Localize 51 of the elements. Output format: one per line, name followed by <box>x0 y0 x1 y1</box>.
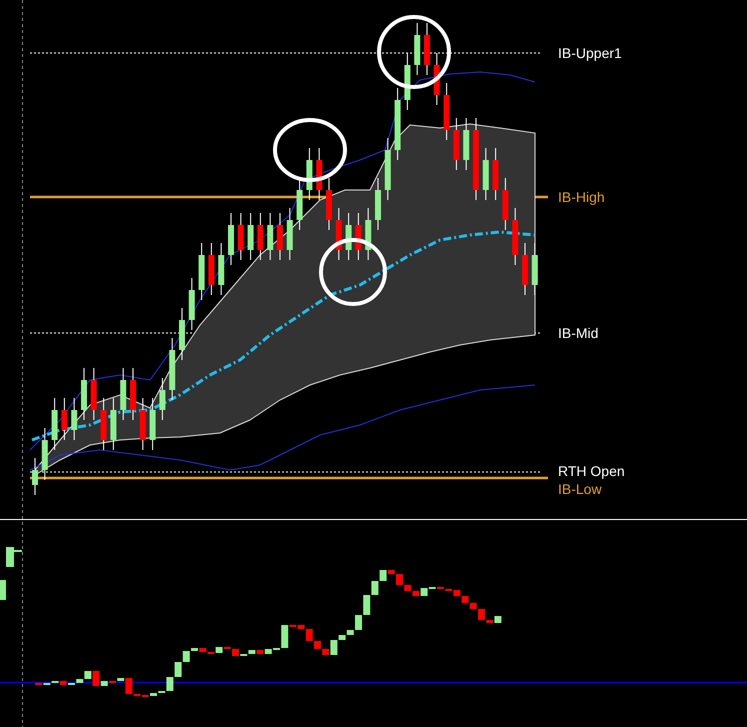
candle <box>120 368 126 420</box>
candle <box>306 148 312 200</box>
candle <box>100 398 107 450</box>
candle <box>375 178 381 230</box>
candle <box>208 242 214 296</box>
candle <box>257 212 264 260</box>
level-label: IB-High <box>558 189 605 205</box>
candle <box>228 212 234 266</box>
oscillator-bar <box>0 580 6 600</box>
level-label: IB-Upper1 <box>558 45 622 61</box>
candle <box>188 278 195 330</box>
candle <box>326 178 332 230</box>
candle <box>267 212 274 260</box>
candle <box>52 398 58 450</box>
candle <box>512 208 518 266</box>
candle <box>346 212 352 260</box>
candle <box>71 398 78 440</box>
highlight-circle <box>319 238 387 306</box>
candle <box>81 368 87 420</box>
candle <box>277 212 283 260</box>
candle <box>169 338 176 400</box>
candle <box>453 118 460 170</box>
candle <box>463 118 470 170</box>
candle <box>90 368 97 420</box>
candle <box>110 398 116 450</box>
level-label: IB-Low <box>558 481 602 497</box>
candle <box>444 82 450 140</box>
candle <box>198 242 205 300</box>
candle <box>140 398 146 450</box>
candle <box>130 368 136 420</box>
candle <box>248 212 254 260</box>
candle <box>238 212 244 260</box>
candle <box>522 242 528 296</box>
candle <box>296 178 303 230</box>
candle <box>414 22 420 76</box>
candle <box>482 148 489 200</box>
candle <box>286 208 293 260</box>
candle <box>492 148 499 200</box>
level-label: RTH Open <box>558 463 625 479</box>
level-label: IB-Mid <box>558 325 598 341</box>
candle <box>316 148 322 200</box>
candle <box>159 378 166 420</box>
candle <box>336 208 342 260</box>
candle <box>502 178 508 230</box>
candle <box>365 208 372 260</box>
candle <box>218 242 224 296</box>
candle <box>384 138 391 200</box>
candle <box>61 398 68 440</box>
candle <box>532 242 538 296</box>
candle <box>150 398 156 450</box>
candle <box>355 212 362 260</box>
